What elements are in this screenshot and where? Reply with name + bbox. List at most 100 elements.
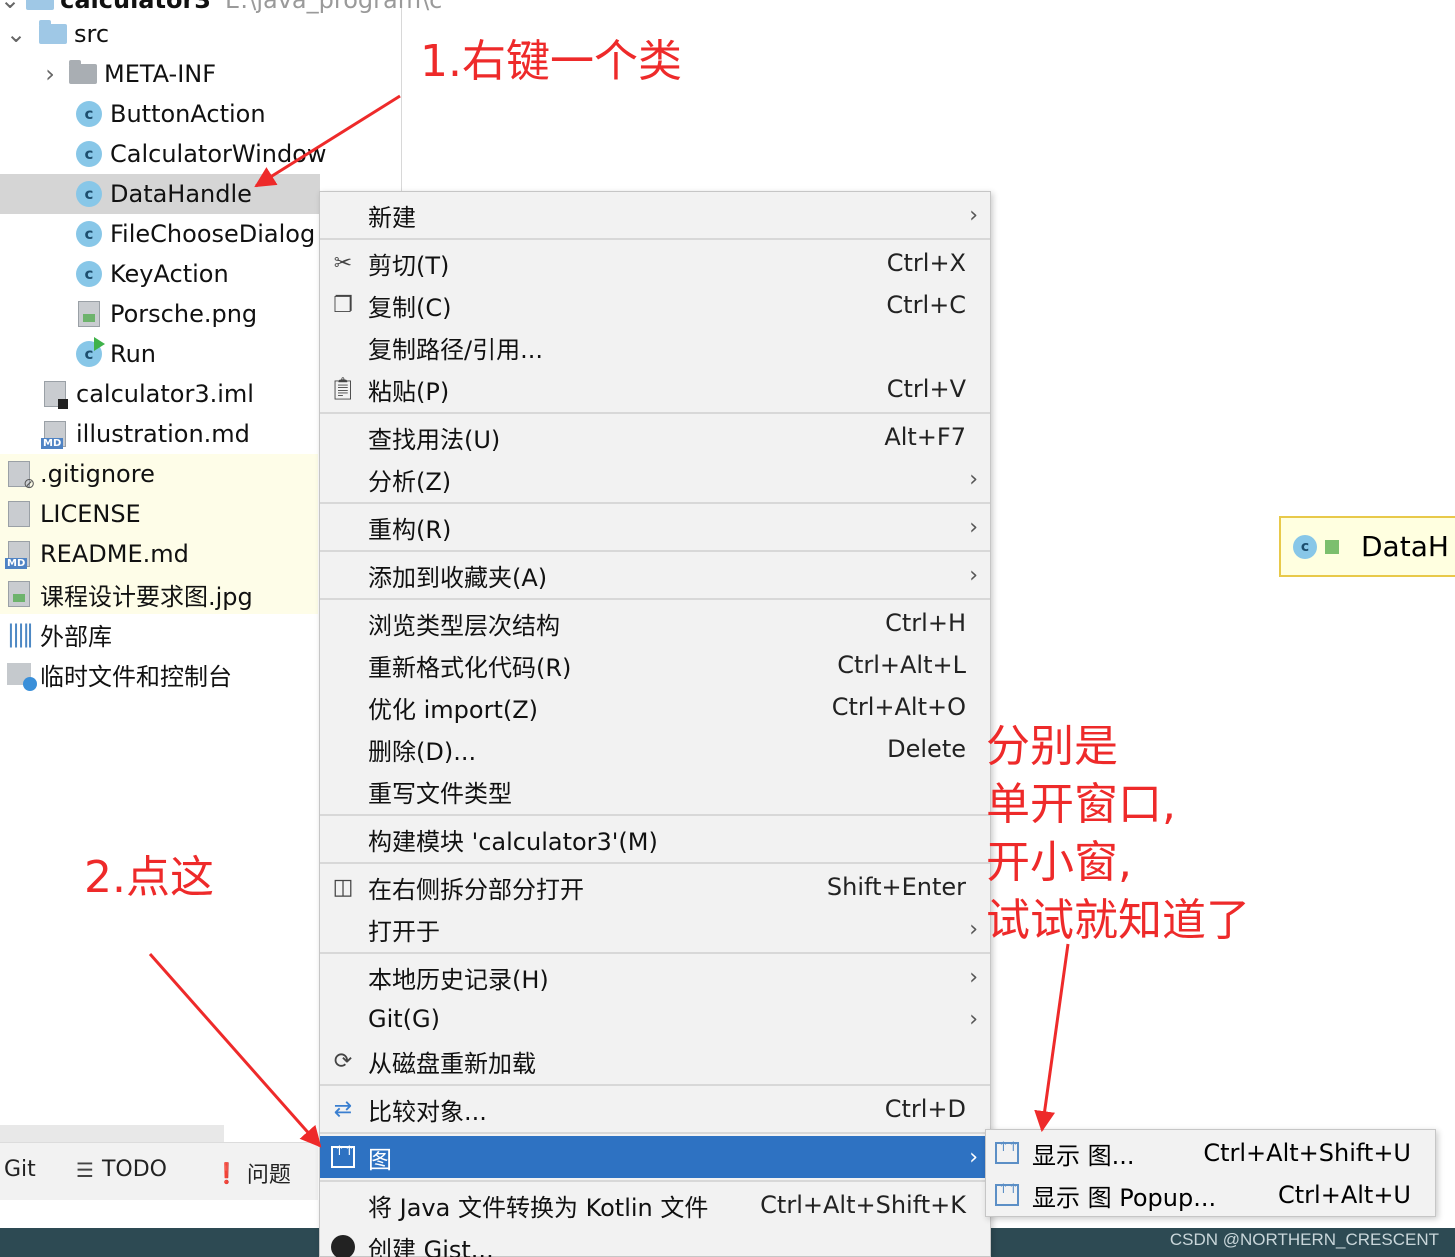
menu-item-compare[interactable]: ⇄ 比较对象... Ctrl+D [320, 1088, 990, 1130]
menu-item-refactor[interactable]: 重构(R) › [320, 506, 990, 548]
scissors-icon: ✂ [333, 250, 353, 276]
menu-item-shortcut: Ctrl+H [885, 609, 966, 637]
menu-item-label: 比较对象... [368, 1097, 487, 1126]
chevron-right-icon[interactable]: › [38, 60, 62, 88]
annotation-note-line: 开小窗, [986, 837, 1132, 888]
problems-tool-button[interactable]: ❗ 问题 [214, 1157, 291, 1189]
tree-item-gitignore[interactable]: .gitignore [0, 454, 318, 494]
menu-separator [320, 952, 990, 954]
chevron-right-icon: › [969, 514, 978, 540]
menu-item-label: 浏览类型层次结构 [368, 611, 560, 640]
tree-item-label: ButtonAction [110, 100, 266, 128]
menu-item-label: 显示 图... [1032, 1141, 1135, 1170]
menu-separator [320, 862, 990, 864]
tree-item-requirements-jpg[interactable]: 课程设计要求图.jpg [0, 574, 318, 614]
menu-item-diagrams[interactable]: 图 › [320, 1136, 990, 1178]
toolbar-divider [0, 1125, 224, 1143]
menu-separator [320, 502, 990, 504]
tree-item-src[interactable]: ⌄ src [0, 14, 402, 54]
tree-item-label: .gitignore [40, 460, 155, 488]
tree-item-label: LICENSE [40, 500, 141, 528]
tree-item-label: META-INF [104, 60, 217, 88]
problems-tool-label: 问题 [246, 1163, 291, 1188]
menu-item-shortcut: Ctrl+C [886, 291, 966, 319]
java-class-icon: c [74, 219, 104, 249]
submenu-item-show-diagram[interactable]: 显示 图... Ctrl+Alt+Shift+U [986, 1132, 1435, 1174]
tree-item-datahandle[interactable]: c DataHandle [0, 174, 320, 214]
menu-separator [320, 1084, 990, 1086]
tree-item-label: src [74, 20, 110, 48]
copy-icon: ❐ [333, 292, 353, 318]
menu-separator [320, 238, 990, 240]
bottom-tool-window-bar: Git ☰ TODO ❗ 问题 [0, 1142, 318, 1200]
menu-item-local-history[interactable]: 本地历史记录(H) › [320, 956, 990, 998]
diagram-icon [994, 1140, 1020, 1166]
chevron-down-icon[interactable]: ⌄ [0, 0, 20, 14]
watermark: CSDN @NORTHERN_CRESCENT [1169, 1230, 1439, 1249]
menu-item-new[interactable]: 新建 › [320, 194, 990, 236]
image-file-icon [4, 579, 34, 609]
menu-item-optimize-imports[interactable]: 优化 import(Z) Ctrl+Alt+O [320, 686, 990, 728]
chevron-down-icon[interactable]: ⌄ [4, 20, 28, 48]
menu-item-override-file-type[interactable]: 重写文件类型 [320, 770, 990, 812]
tree-item-label: Run [110, 340, 157, 368]
menu-item-label: 复制路径/引用... [368, 335, 543, 364]
menu-item-delete[interactable]: 删除(D)... Delete [320, 728, 990, 770]
list-icon: ☰ [76, 1157, 94, 1182]
tree-item-buttonaction[interactable]: c ButtonAction [0, 94, 402, 134]
markdown-file-icon [40, 419, 70, 449]
menu-item-git[interactable]: Git(G) › [320, 998, 990, 1040]
menu-item-build-module[interactable]: 构建模块 'calculator3'(M) [320, 818, 990, 860]
arrow-to-submenu [1034, 943, 1070, 1133]
menu-item-label: 删除(D)... [368, 737, 477, 766]
menu-item-reload-from-disk[interactable]: ⟳ 从磁盘重新加载 [320, 1040, 990, 1082]
tree-item-license[interactable]: LICENSE [0, 494, 318, 534]
tree-item-label: FileChooseDialog [110, 220, 316, 248]
iml-file-icon [40, 379, 70, 409]
diagram-icon [330, 1144, 356, 1170]
menu-item-reformat-code[interactable]: 重新格式化代码(R) Ctrl+Alt+L [320, 644, 990, 686]
menu-item-analyze[interactable]: 分析(Z) › [320, 458, 990, 500]
menu-item-find-usages[interactable]: 查找用法(U) Alt+F7 [320, 416, 990, 458]
menu-item-create-gist[interactable]: 创建 Gist... [320, 1226, 990, 1257]
tree-item-calculatorwindow[interactable]: c CalculatorWindow [0, 134, 402, 174]
submenu-item-show-diagram-popup[interactable]: 显示 图 Popup... Ctrl+Alt+U [986, 1174, 1435, 1216]
tree-item-meta-inf[interactable]: › META-INF [0, 54, 402, 94]
run-class-icon: c [74, 337, 105, 369]
menu-item-add-to-favorites[interactable]: 添加到收藏夹(A) › [320, 554, 990, 596]
compare-arrows-icon: ⇄ [333, 1096, 353, 1122]
menu-item-label: 重新格式化代码(R) [368, 653, 572, 682]
java-class-icon: c [74, 99, 104, 129]
todo-tool-button[interactable]: ☰ TODO [76, 1157, 167, 1182]
java-class-icon: c [1293, 534, 1317, 559]
menu-item-shortcut: Ctrl+V [886, 375, 966, 403]
menu-item-label: 粘贴(P) [368, 377, 450, 406]
github-icon [330, 1234, 356, 1257]
menu-item-label: 从磁盘重新加载 [368, 1049, 536, 1078]
chevron-right-icon: › [969, 562, 978, 588]
menu-item-copy-path[interactable]: 复制路径/引用... [320, 326, 990, 368]
menu-item-copy[interactable]: ❐ 复制(C) Ctrl+C [320, 284, 990, 326]
tree-item-label: KeyAction [110, 260, 229, 288]
menu-item-open-split[interactable]: ◫ 在右侧拆分部分打开 Shift+Enter [320, 866, 990, 908]
menu-item-paste[interactable]: 📋︎ 粘贴(P) Ctrl+V [320, 368, 990, 410]
editor-tab-datahandle[interactable]: c DataH [1279, 516, 1455, 577]
tree-item-label: CalculatorWindow [110, 140, 327, 168]
annotation-step2: 2.点这 [84, 852, 214, 903]
menu-item-cut[interactable]: ✂ 剪切(T) Ctrl+X [320, 242, 990, 284]
menu-item-convert-to-kotlin[interactable]: 将 Java 文件转换为 Kotlin 文件 Ctrl+Alt+Shift+K [320, 1184, 990, 1226]
tree-item-readme-md[interactable]: README.md [0, 534, 318, 574]
menu-item-shortcut: Ctrl+Alt+L [837, 651, 966, 679]
annotation-step1: 1.右键一个类 [420, 36, 682, 87]
chevron-right-icon: › [969, 1006, 978, 1032]
tree-item-label: 课程设计要求图.jpg [40, 582, 253, 611]
menu-item-shortcut: Alt+F7 [884, 423, 966, 451]
menu-item-type-hierarchy[interactable]: 浏览类型层次结构 Ctrl+H [320, 602, 990, 644]
java-class-icon: c [74, 139, 104, 169]
menu-item-open-in[interactable]: 打开于 › [320, 908, 990, 950]
tree-item-label: illustration.md [76, 420, 250, 448]
todo-tool-label: TODO [101, 1157, 167, 1182]
git-tool-button[interactable]: Git [4, 1157, 36, 1182]
chevron-right-icon: › [969, 916, 978, 942]
menu-separator [320, 598, 990, 600]
